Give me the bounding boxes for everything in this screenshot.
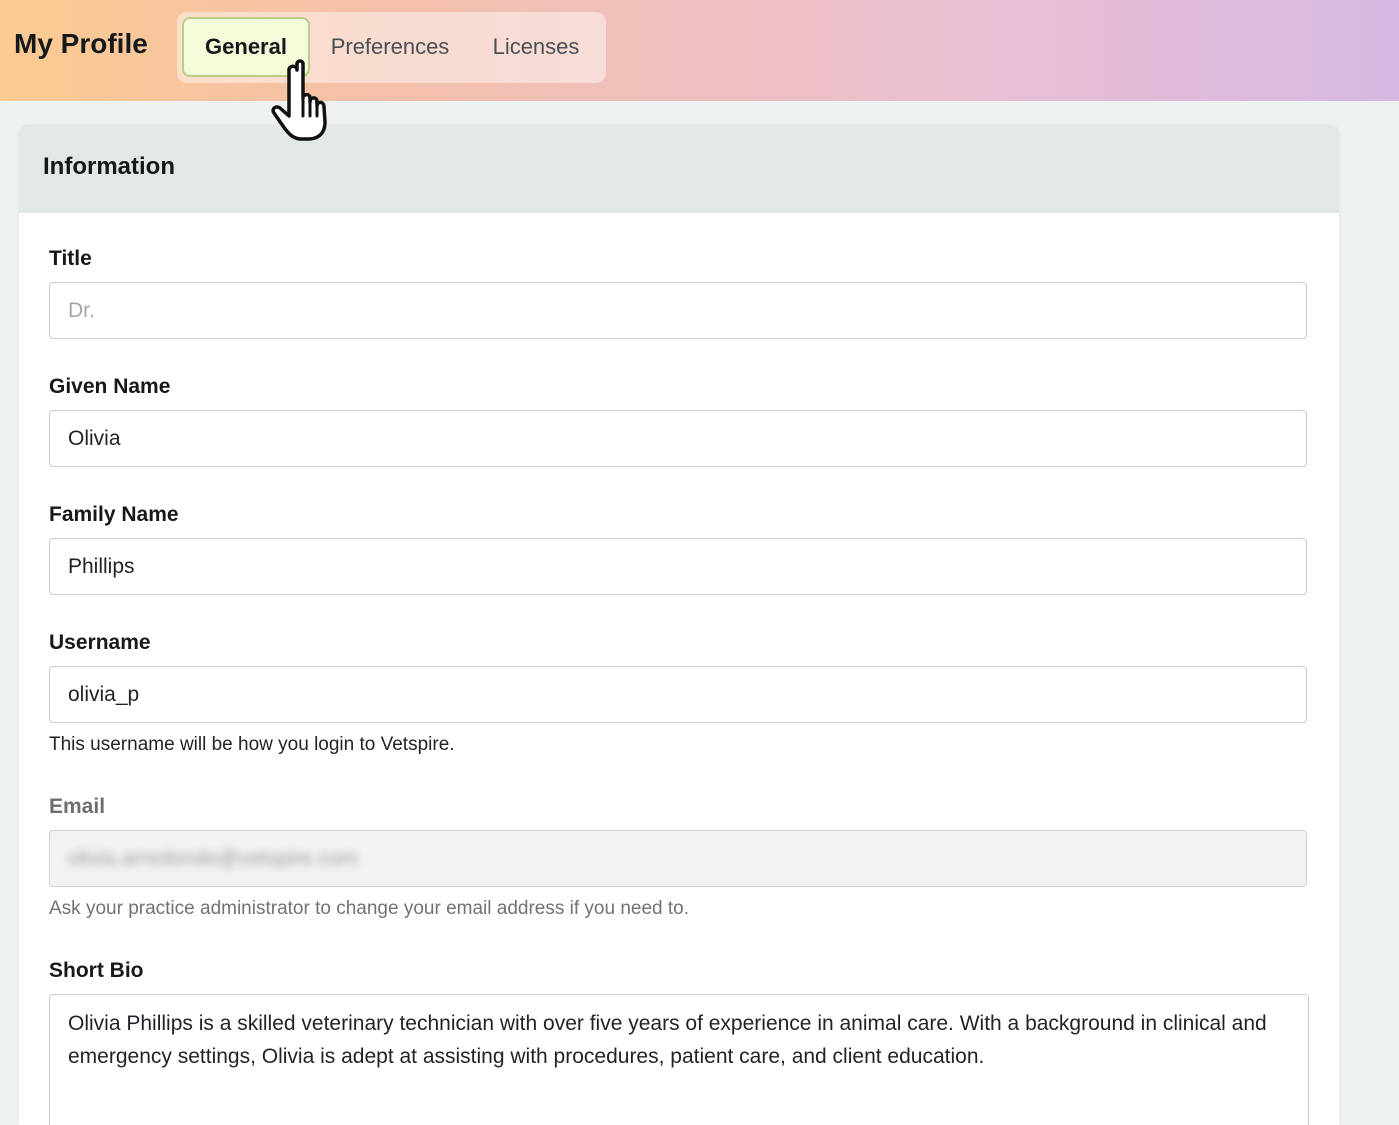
bio-label: Short Bio xyxy=(49,959,144,982)
hand-pointer-icon xyxy=(271,59,327,141)
given-name-label: Given Name xyxy=(49,375,171,398)
title-input[interactable]: Dr. xyxy=(49,282,1307,339)
email-label: Email xyxy=(49,795,106,818)
email-value-blurred: olivia.arredondo@vetspire.com xyxy=(68,847,358,870)
section-title: Information xyxy=(43,153,175,180)
information-card: Information Title Dr. Given Name Olivia … xyxy=(19,125,1339,1125)
family-name-input[interactable]: Phillips xyxy=(49,538,1307,595)
username-help: This username will be how you login to V… xyxy=(49,734,455,755)
username-label: Username xyxy=(49,631,151,654)
tab-preferences[interactable]: Preferences xyxy=(325,17,455,77)
given-name-input[interactable]: Olivia xyxy=(49,410,1307,467)
bio-textarea[interactable]: Olivia Phillips is a skilled veterinary … xyxy=(49,994,1309,1125)
page-title: My Profile xyxy=(14,28,148,59)
title-label: Title xyxy=(49,247,92,270)
email-input: olivia.arredondo@vetspire.com xyxy=(49,830,1307,887)
card-header: Information xyxy=(19,125,1339,213)
top-header: My Profile General Preferences Licenses xyxy=(0,0,1399,101)
tab-licenses[interactable]: Licenses xyxy=(487,17,585,77)
email-help: Ask your practice administrator to chang… xyxy=(49,898,689,919)
username-input[interactable]: olivia_p xyxy=(49,666,1307,723)
profile-tabs: General Preferences Licenses xyxy=(177,12,606,83)
family-name-label: Family Name xyxy=(49,503,179,526)
